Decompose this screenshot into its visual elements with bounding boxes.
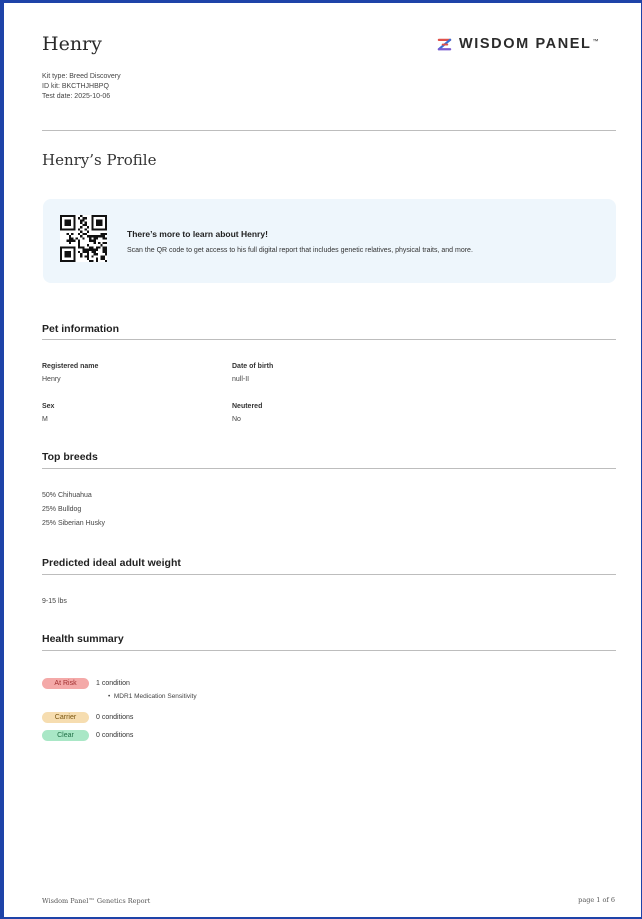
clear-count: 0 conditions (96, 732, 134, 739)
qr-code[interactable] (60, 215, 107, 262)
pet-name-title: Henry (42, 33, 102, 55)
pet-information-divider (42, 339, 616, 340)
registered-name-value: Henry (42, 376, 61, 383)
carrier-badge: Carrier (42, 712, 89, 723)
sex-label: Sex (42, 403, 55, 410)
kit-type: Kit type: Breed Discovery (42, 73, 121, 80)
at-risk-badge: At Risk (42, 678, 89, 689)
neutered-value: No (232, 416, 241, 423)
test-date: Test date: 2025-10-06 (42, 93, 111, 100)
banner-text: Scan the QR code to get access to his fu… (127, 247, 473, 254)
at-risk-condition: MDR1 Medication Sensitivity (113, 693, 197, 700)
clear-badge: Clear (42, 730, 89, 741)
page-number: page 1 of 6 (578, 896, 615, 904)
wisdom-panel-logo: WISDOM PANEL ™ (437, 36, 599, 52)
ideal-weight-value: 9-15 lbs (42, 598, 67, 605)
breed-item: 50% Chihuahua (42, 492, 92, 499)
logo-trademark: ™ (592, 39, 599, 45)
wisdom-panel-logo-icon (437, 38, 452, 50)
header-divider (42, 130, 616, 131)
top-breeds-heading: Top breeds (42, 451, 98, 463)
at-risk-condition-item: • MDR1 Medication Sensitivity (108, 693, 197, 700)
ideal-weight-heading: Predicted ideal adult weight (42, 557, 181, 569)
breed-item: 25% Bulldog (42, 506, 82, 513)
health-summary-heading: Health summary (42, 633, 124, 645)
pet-information-heading: Pet information (42, 323, 120, 335)
ideal-weight-divider (42, 574, 616, 575)
date-of-birth-label: Date of birth (232, 363, 274, 370)
footer-report-title: Wisdom Panel™ Genetics Report (42, 897, 151, 905)
kit-id: ID kit: BKCTHJHBPQ (42, 83, 109, 90)
banner-title: There’s more to learn about Henry! (127, 229, 268, 239)
date-of-birth-value: null-II (232, 376, 250, 383)
at-risk-count: 1 condition (96, 680, 130, 687)
qr-banner: There’s more to learn about Henry! Scan … (43, 199, 616, 283)
carrier-count: 0 conditions (96, 714, 134, 721)
sex-value: M (42, 416, 48, 423)
top-breeds-divider (42, 468, 616, 469)
profile-title: Henry’s Profile (42, 151, 157, 169)
neutered-label: Neutered (232, 403, 263, 410)
health-summary-divider (42, 650, 616, 651)
registered-name-label: Registered name (42, 363, 99, 370)
logo-text: WISDOM PANEL (459, 36, 592, 52)
kit-details: Kit type: Breed Discovery ID kit: BKCTHJ… (42, 72, 121, 102)
report-page: Henry WISDOM PANEL ™ Kit type: Breed Disc… (4, 3, 641, 917)
breed-item: 25% Siberian Husky (42, 520, 106, 527)
